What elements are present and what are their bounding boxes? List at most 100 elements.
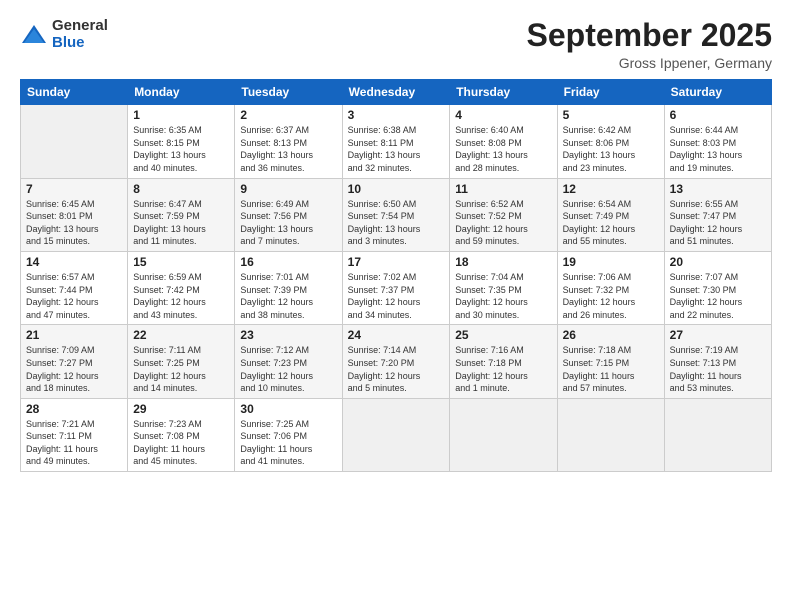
day-info: Sunrise: 6:54 AM Sunset: 7:49 PM Dayligh… [563, 198, 659, 248]
day-number: 26 [563, 328, 659, 342]
calendar-title: September 2025 [527, 18, 772, 53]
calendar-cell: 17 Sunrise: 7:02 AM Sunset: 7:37 PM Dayli… [342, 251, 450, 324]
logo-general: General [52, 18, 108, 35]
calendar-cell: 15 Sunrise: 6:59 AM Sunset: 7:42 PM Dayli… [128, 251, 235, 324]
day-info: Sunrise: 6:47 AM Sunset: 7:59 PM Dayligh… [133, 198, 229, 248]
calendar-week-3: 14Sunrise: 6:57 AM Sunset: 7:44 PM Dayli… [21, 251, 772, 324]
calendar-cell: 2Sunrise: 6:37 AM Sunset: 8:13 PM Daylig… [235, 105, 342, 178]
calendar-body: 1 Sunrise: 6:35 AM Sunset: 8:15 PM Daylig… [21, 105, 772, 472]
day-info: Sunrise: 7:14 AM Sunset: 7:20 PM Dayligh… [348, 344, 445, 394]
day-info: Sunrise: 7:23 AM Sunset: 7:08 PM Dayligh… [133, 418, 229, 468]
calendar-cell: 29Sunrise: 7:23 AM Sunset: 7:08 PM Dayli… [128, 398, 235, 471]
calendar-week-5: 28 Sunrise: 7:21 AM Sunset: 7:11 PM Dayli… [21, 398, 772, 471]
day-info: Sunrise: 6:40 AM Sunset: 8:08 PM Dayligh… [455, 124, 551, 174]
day-number: 8 [133, 182, 229, 196]
calendar-cell: 23Sunrise: 7:12 AM Sunset: 7:23 PM Dayli… [235, 325, 342, 398]
day-info: Sunrise: 6:49 AM Sunset: 7:56 PM Dayligh… [240, 198, 336, 248]
day-number: 9 [240, 182, 336, 196]
col-sunday: Sunday [21, 80, 128, 105]
calendar-cell [450, 398, 557, 471]
day-info: Sunrise: 6:52 AM Sunset: 7:52 PM Dayligh… [455, 198, 551, 248]
day-number: 21 [26, 328, 122, 342]
calendar-cell: 19 Sunrise: 7:06 AM Sunset: 7:32 PM Dayli… [557, 251, 664, 324]
calendar-week-1: 1 Sunrise: 6:35 AM Sunset: 8:15 PM Daylig… [21, 105, 772, 178]
calendar-table: Sunday Monday Tuesday Wednesday Thursday… [20, 79, 772, 472]
calendar-cell: 7Sunrise: 6:45 AM Sunset: 8:01 PM Daylig… [21, 178, 128, 251]
day-number: 16 [240, 255, 336, 269]
day-info: Sunrise: 6:55 AM Sunset: 7:47 PM Dayligh… [670, 198, 766, 248]
col-monday: Monday [128, 80, 235, 105]
day-number: 20 [670, 255, 766, 269]
calendar-cell [664, 398, 771, 471]
day-number: 12 [563, 182, 659, 196]
day-number: 4 [455, 108, 551, 122]
day-info: Sunrise: 6:59 AM Sunset: 7:42 PM Dayligh… [133, 271, 229, 321]
day-number: 22 [133, 328, 229, 342]
day-info: Sunrise: 7:19 AM Sunset: 7:13 PM Dayligh… [670, 344, 766, 394]
calendar-cell: 28 Sunrise: 7:21 AM Sunset: 7:11 PM Dayli… [21, 398, 128, 471]
calendar-week-4: 21 Sunrise: 7:09 AM Sunset: 7:27 PM Dayli… [21, 325, 772, 398]
day-info: Sunrise: 7:06 AM Sunset: 7:32 PM Dayligh… [563, 271, 659, 321]
day-number: 18 [455, 255, 551, 269]
day-info: Sunrise: 7:25 AM Sunset: 7:06 PM Dayligh… [240, 418, 336, 468]
calendar-cell: 11 Sunrise: 6:52 AM Sunset: 7:52 PM Dayli… [450, 178, 557, 251]
logo: General Blue [20, 18, 108, 51]
col-saturday: Saturday [664, 80, 771, 105]
day-number: 19 [563, 255, 659, 269]
calendar-cell [342, 398, 450, 471]
calendar-cell: 18Sunrise: 7:04 AM Sunset: 7:35 PM Dayli… [450, 251, 557, 324]
calendar-cell: 27 Sunrise: 7:19 AM Sunset: 7:13 PM Dayli… [664, 325, 771, 398]
day-info: Sunrise: 6:38 AM Sunset: 8:11 PM Dayligh… [348, 124, 445, 174]
calendar-cell: 30Sunrise: 7:25 AM Sunset: 7:06 PM Dayli… [235, 398, 342, 471]
day-number: 13 [670, 182, 766, 196]
calendar-cell: 20 Sunrise: 7:07 AM Sunset: 7:30 PM Dayli… [664, 251, 771, 324]
calendar-cell: 12 Sunrise: 6:54 AM Sunset: 7:49 PM Dayli… [557, 178, 664, 251]
calendar-cell [557, 398, 664, 471]
day-number: 28 [26, 402, 122, 416]
calendar-week-2: 7Sunrise: 6:45 AM Sunset: 8:01 PM Daylig… [21, 178, 772, 251]
day-number: 6 [670, 108, 766, 122]
calendar-subtitle: Gross Ippener, Germany [527, 55, 772, 71]
calendar-cell: 5Sunrise: 6:42 AM Sunset: 8:06 PM Daylig… [557, 105, 664, 178]
calendar-cell: 9 Sunrise: 6:49 AM Sunset: 7:56 PM Daylig… [235, 178, 342, 251]
calendar-cell: 16 Sunrise: 7:01 AM Sunset: 7:39 PM Dayli… [235, 251, 342, 324]
day-info: Sunrise: 7:16 AM Sunset: 7:18 PM Dayligh… [455, 344, 551, 394]
calendar-header: Sunday Monday Tuesday Wednesday Thursday… [21, 80, 772, 105]
calendar-cell: 8 Sunrise: 6:47 AM Sunset: 7:59 PM Daylig… [128, 178, 235, 251]
header: General Blue September 2025 Gross Ippene… [20, 18, 772, 71]
header-row: Sunday Monday Tuesday Wednesday Thursday… [21, 80, 772, 105]
day-info: Sunrise: 7:01 AM Sunset: 7:39 PM Dayligh… [240, 271, 336, 321]
col-tuesday: Tuesday [235, 80, 342, 105]
page: General Blue September 2025 Gross Ippene… [0, 0, 792, 612]
day-info: Sunrise: 7:02 AM Sunset: 7:37 PM Dayligh… [348, 271, 445, 321]
day-number: 27 [670, 328, 766, 342]
day-info: Sunrise: 7:21 AM Sunset: 7:11 PM Dayligh… [26, 418, 122, 468]
day-info: Sunrise: 6:44 AM Sunset: 8:03 PM Dayligh… [670, 124, 766, 174]
day-number: 10 [348, 182, 445, 196]
day-number: 23 [240, 328, 336, 342]
col-thursday: Thursday [450, 80, 557, 105]
day-info: Sunrise: 7:07 AM Sunset: 7:30 PM Dayligh… [670, 271, 766, 321]
day-info: Sunrise: 7:11 AM Sunset: 7:25 PM Dayligh… [133, 344, 229, 394]
day-number: 15 [133, 255, 229, 269]
logo-blue: Blue [52, 35, 108, 52]
col-friday: Friday [557, 80, 664, 105]
calendar-cell: 13 Sunrise: 6:55 AM Sunset: 7:47 PM Dayli… [664, 178, 771, 251]
logo-icon [20, 21, 48, 49]
calendar-cell: 21 Sunrise: 7:09 AM Sunset: 7:27 PM Dayli… [21, 325, 128, 398]
day-number: 25 [455, 328, 551, 342]
calendar-cell: 3 Sunrise: 6:38 AM Sunset: 8:11 PM Daylig… [342, 105, 450, 178]
day-number: 17 [348, 255, 445, 269]
logo-text: General Blue [52, 18, 108, 51]
calendar-cell: 4 Sunrise: 6:40 AM Sunset: 8:08 PM Daylig… [450, 105, 557, 178]
day-number: 3 [348, 108, 445, 122]
calendar-cell [21, 105, 128, 178]
day-number: 7 [26, 182, 122, 196]
day-number: 5 [563, 108, 659, 122]
day-number: 1 [133, 108, 229, 122]
day-number: 11 [455, 182, 551, 196]
day-info: Sunrise: 6:35 AM Sunset: 8:15 PM Dayligh… [133, 124, 229, 174]
day-info: Sunrise: 6:57 AM Sunset: 7:44 PM Dayligh… [26, 271, 122, 321]
day-info: Sunrise: 7:09 AM Sunset: 7:27 PM Dayligh… [26, 344, 122, 394]
day-info: Sunrise: 6:50 AM Sunset: 7:54 PM Dayligh… [348, 198, 445, 248]
